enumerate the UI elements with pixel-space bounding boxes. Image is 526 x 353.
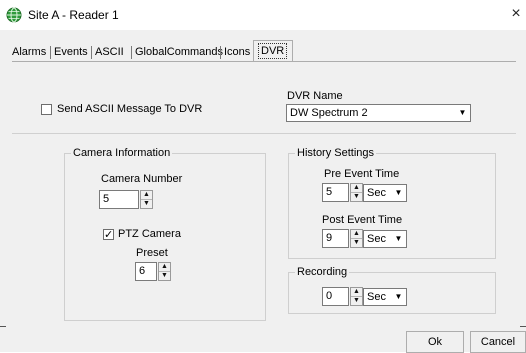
globe-icon bbox=[6, 7, 22, 23]
post-event-unit-select[interactable]: Sec ▼ bbox=[363, 230, 407, 248]
tab-separator bbox=[131, 46, 132, 59]
tab-icons[interactable]: Icons bbox=[224, 44, 250, 61]
send-ascii-label: Send ASCII Message To DVR bbox=[57, 103, 203, 115]
dvr-name-value: DW Spectrum 2 bbox=[290, 107, 368, 119]
chevron-down-icon[interactable]: ▼ bbox=[392, 290, 405, 304]
chevron-down-icon[interactable]: ▼ bbox=[392, 186, 405, 200]
pre-event-unit-select[interactable]: Sec ▼ bbox=[363, 184, 407, 202]
camera-information-title: Camera Information bbox=[71, 146, 173, 160]
chevron-down-icon[interactable]: ▼ bbox=[392, 232, 405, 246]
close-icon[interactable]: × bbox=[508, 5, 524, 23]
spin-down-icon[interactable]: ▼ bbox=[159, 272, 170, 281]
send-ascii-checkbox[interactable] bbox=[41, 104, 52, 115]
pre-event-unit-value: Sec bbox=[367, 187, 386, 199]
ptz-camera-checkbox[interactable]: ✓ bbox=[103, 229, 114, 241]
check-icon: ✓ bbox=[104, 229, 114, 241]
dvr-name-label: DVR Name bbox=[287, 90, 343, 102]
preset-spinner[interactable]: ▲ ▼ bbox=[158, 262, 171, 281]
pre-event-time-label: Pre Event Time bbox=[324, 168, 400, 180]
history-settings-title: History Settings bbox=[295, 146, 377, 160]
chevron-down-icon[interactable]: ▼ bbox=[456, 106, 469, 120]
tab-separator bbox=[220, 46, 221, 59]
ptz-camera-label: PTZ Camera bbox=[118, 228, 181, 240]
dvr-name-select[interactable]: DW Spectrum 2 ▼ bbox=[286, 104, 471, 122]
tab-events[interactable]: Events bbox=[54, 44, 88, 61]
pre-event-time-spinner[interactable]: ▲ ▼ bbox=[350, 183, 363, 202]
spin-up-icon[interactable]: ▲ bbox=[351, 288, 362, 297]
post-event-time-label: Post Event Time bbox=[322, 214, 403, 226]
recording-input[interactable]: 0 bbox=[322, 287, 349, 306]
post-event-time-input[interactable]: 9 bbox=[322, 229, 349, 248]
tab-ascii[interactable]: ASCII bbox=[95, 44, 124, 61]
tab-strip-border bbox=[12, 61, 516, 62]
spin-up-icon[interactable]: ▲ bbox=[351, 230, 362, 239]
recording-title: Recording bbox=[295, 265, 350, 279]
recording-spinner[interactable]: ▲ ▼ bbox=[350, 287, 363, 306]
window-title: Site A - Reader 1 bbox=[28, 8, 119, 22]
frame-edge-right bbox=[520, 326, 526, 327]
spin-down-icon[interactable]: ▼ bbox=[351, 297, 362, 306]
preset-label: Preset bbox=[136, 247, 168, 259]
recording-unit-value: Sec bbox=[367, 291, 386, 303]
post-event-time-spinner[interactable]: ▲ ▼ bbox=[350, 229, 363, 248]
pre-event-time-input[interactable]: 5 bbox=[322, 183, 349, 202]
tab-separator bbox=[50, 46, 51, 59]
tab-separator bbox=[91, 46, 92, 59]
preset-input[interactable]: 6 bbox=[135, 262, 157, 281]
spin-up-icon[interactable]: ▲ bbox=[141, 191, 152, 200]
camera-number-label: Camera Number bbox=[101, 173, 183, 185]
tab-globalcommands[interactable]: GlobalCommands bbox=[135, 44, 223, 61]
section-divider bbox=[12, 133, 516, 134]
camera-number-spinner[interactable]: ▲ ▼ bbox=[140, 190, 153, 209]
ok-button[interactable]: Ok bbox=[406, 331, 464, 353]
tab-alarms[interactable]: Alarms bbox=[12, 44, 46, 61]
recording-unit-select[interactable]: Sec ▼ bbox=[363, 288, 407, 306]
spin-down-icon[interactable]: ▼ bbox=[351, 193, 362, 202]
spin-down-icon[interactable]: ▼ bbox=[351, 239, 362, 248]
post-event-unit-value: Sec bbox=[367, 233, 386, 245]
cancel-button[interactable]: Cancel bbox=[470, 331, 526, 353]
frame-edge-left bbox=[0, 326, 6, 327]
camera-number-input[interactable]: 5 bbox=[99, 190, 139, 209]
tab-dvr-label: DVR bbox=[258, 43, 288, 59]
spin-up-icon[interactable]: ▲ bbox=[351, 184, 362, 193]
tab-dvr[interactable]: DVR bbox=[253, 40, 293, 61]
spin-up-icon[interactable]: ▲ bbox=[159, 263, 170, 272]
spin-down-icon[interactable]: ▼ bbox=[141, 200, 152, 209]
